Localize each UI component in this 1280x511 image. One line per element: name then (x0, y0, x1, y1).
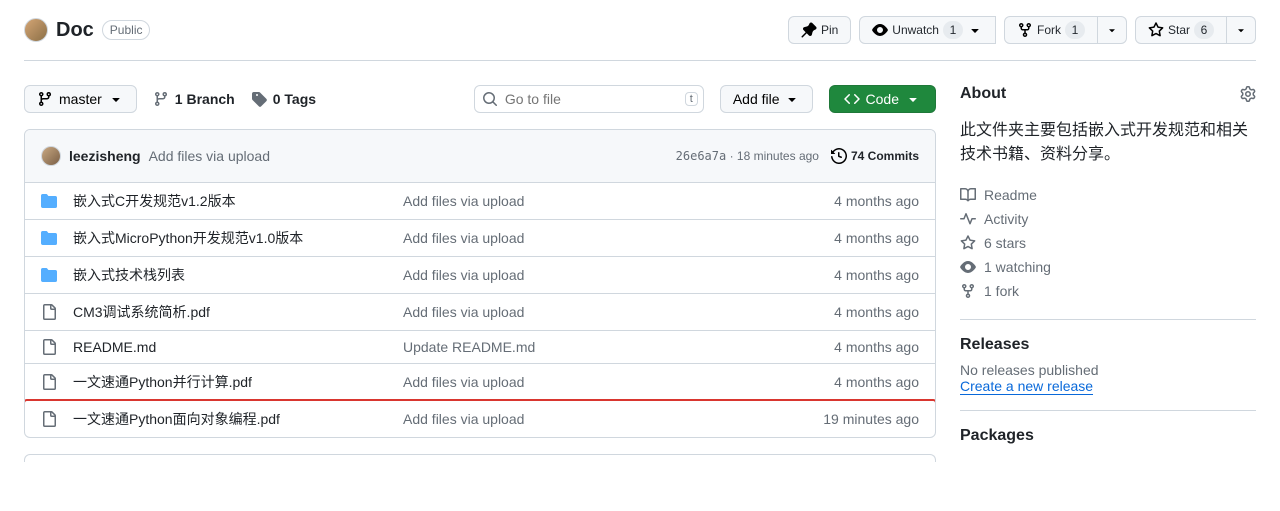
file-name-link[interactable]: 一文速通Python并行计算.pdf (73, 374, 252, 390)
go-to-file-input[interactable] (474, 85, 704, 113)
file-row: 嵌入式技术栈列表 Add files via upload 4 months a… (25, 257, 935, 294)
readme-box-top (24, 454, 936, 462)
file-row: 一文速通Python并行计算.pdf Add files via upload … (25, 364, 935, 401)
unwatch-button[interactable]: Unwatch 1 (859, 16, 996, 44)
visibility-badge: Public (102, 20, 151, 40)
tag-icon (251, 91, 267, 107)
file-name-link[interactable]: 嵌入式MicroPython开发规范v1.0版本 (73, 230, 303, 246)
activity-link[interactable]: Activity (984, 211, 1028, 227)
commit-message[interactable]: Add files via upload (149, 148, 270, 164)
fork-button[interactable]: Fork 1 (1004, 16, 1098, 44)
file-icon (41, 304, 57, 320)
file-time: 4 months ago (834, 304, 919, 320)
chevron-down-icon (108, 91, 124, 107)
releases-none: No releases published (960, 362, 1256, 378)
file-row: 嵌入式C开发规范v1.2版本 Add files via upload 4 mo… (25, 183, 935, 220)
branch-select-button[interactable]: master (24, 85, 137, 113)
history-icon (831, 148, 847, 164)
file-icon (41, 339, 57, 355)
commits-link[interactable]: 74 Commits (831, 148, 919, 164)
tags-link[interactable]: 0 Tags (251, 91, 316, 107)
chevron-down-icon (1106, 22, 1118, 38)
fork-count: 1 (1065, 21, 1085, 39)
file-time: 4 months ago (834, 267, 919, 283)
star-count: 6 (1194, 21, 1214, 39)
eye-icon (960, 259, 976, 275)
file-name-link[interactable]: CM3调试系统简析.pdf (73, 304, 210, 320)
file-commit-msg[interactable]: Add files via upload (403, 411, 524, 427)
search-icon (482, 91, 498, 107)
file-commit-msg[interactable]: Add files via upload (403, 230, 524, 246)
star-icon (1148, 22, 1164, 38)
book-icon (960, 187, 976, 203)
file-name-link[interactable]: 嵌入式C开发规范v1.2版本 (73, 193, 236, 209)
file-row: 一文速通Python面向对象编程.pdf Add files via uploa… (25, 401, 935, 437)
watching-link[interactable]: 1 watching (984, 259, 1051, 275)
chevron-down-icon (967, 22, 983, 38)
search-shortcut: t (685, 92, 698, 106)
chevron-down-icon (784, 91, 800, 107)
fork-menu-button[interactable] (1098, 16, 1127, 44)
commit-time: 18 minutes ago (737, 149, 819, 163)
branch-icon (37, 91, 53, 107)
latest-commit-bar: leezisheng Add files via upload 26e6a7a … (25, 130, 935, 183)
code-button[interactable]: Code (829, 85, 936, 113)
fork-icon (1017, 22, 1033, 38)
file-row: CM3调试系统简析.pdf Add files via upload 4 mon… (25, 294, 935, 331)
file-row: 嵌入式MicroPython开发规范v1.0版本 Add files via u… (25, 220, 935, 257)
file-time: 4 months ago (834, 339, 919, 355)
repo-name[interactable]: Doc (56, 19, 94, 42)
file-name-link[interactable]: 一文速通Python面向对象编程.pdf (73, 411, 280, 427)
file-commit-msg[interactable]: Add files via upload (403, 304, 524, 320)
pin-icon (801, 22, 817, 38)
about-description: 此文件夹主要包括嵌入式开发规范和相关技术书籍、资料分享。 (960, 119, 1256, 167)
file-name-link[interactable]: 嵌入式技术栈列表 (73, 267, 185, 283)
pulse-icon (960, 211, 976, 227)
folder-icon (41, 193, 57, 209)
about-title: About (960, 85, 1006, 103)
fork-icon (960, 283, 976, 299)
star-icon (960, 235, 976, 251)
file-commit-msg[interactable]: Add files via upload (403, 267, 524, 283)
gear-icon[interactable] (1240, 86, 1256, 102)
commit-author[interactable]: leezisheng (69, 148, 141, 164)
eye-icon (872, 22, 888, 38)
branch-icon (153, 91, 169, 107)
file-row: README.md Update README.md 4 months ago (25, 331, 935, 364)
file-time: 4 months ago (834, 230, 919, 246)
owner-avatar[interactable] (24, 18, 48, 42)
code-icon (844, 91, 860, 107)
file-time: 4 months ago (834, 374, 919, 390)
branches-link[interactable]: 1 Branch (153, 91, 235, 107)
add-file-button[interactable]: Add file (720, 85, 813, 113)
star-button[interactable]: Star 6 (1135, 16, 1227, 44)
file-commit-msg[interactable]: Add files via upload (403, 193, 524, 209)
chevron-down-icon (1235, 22, 1247, 38)
watch-count: 1 (943, 21, 963, 39)
file-icon (41, 411, 57, 427)
file-name-link[interactable]: README.md (73, 339, 156, 355)
star-menu-button[interactable] (1227, 16, 1256, 44)
file-commit-msg[interactable]: Update README.md (403, 339, 535, 355)
stars-link[interactable]: 6 stars (984, 235, 1026, 251)
releases-title: Releases (960, 336, 1256, 354)
pin-button[interactable]: Pin (788, 16, 851, 44)
chevron-down-icon (905, 91, 921, 107)
file-list: leezisheng Add files via upload 26e6a7a … (24, 129, 936, 438)
folder-icon (41, 267, 57, 283)
create-release-link[interactable]: Create a new release (960, 378, 1093, 395)
repo-header: Doc Public Pin Unwatch 1 Fork 1 (24, 0, 1256, 61)
folder-icon (41, 230, 57, 246)
readme-link[interactable]: Readme (984, 187, 1037, 203)
file-toolbar: master 1 Branch 0 Tags t (24, 85, 936, 113)
file-icon (41, 374, 57, 390)
file-commit-msg[interactable]: Add files via upload (403, 374, 524, 390)
commit-hash[interactable]: 26e6a7a (676, 149, 727, 163)
commit-author-avatar[interactable] (41, 146, 61, 166)
file-time: 4 months ago (834, 193, 919, 209)
packages-title: Packages (960, 427, 1256, 445)
forks-link[interactable]: 1 fork (984, 283, 1019, 299)
file-time: 19 minutes ago (823, 411, 919, 427)
